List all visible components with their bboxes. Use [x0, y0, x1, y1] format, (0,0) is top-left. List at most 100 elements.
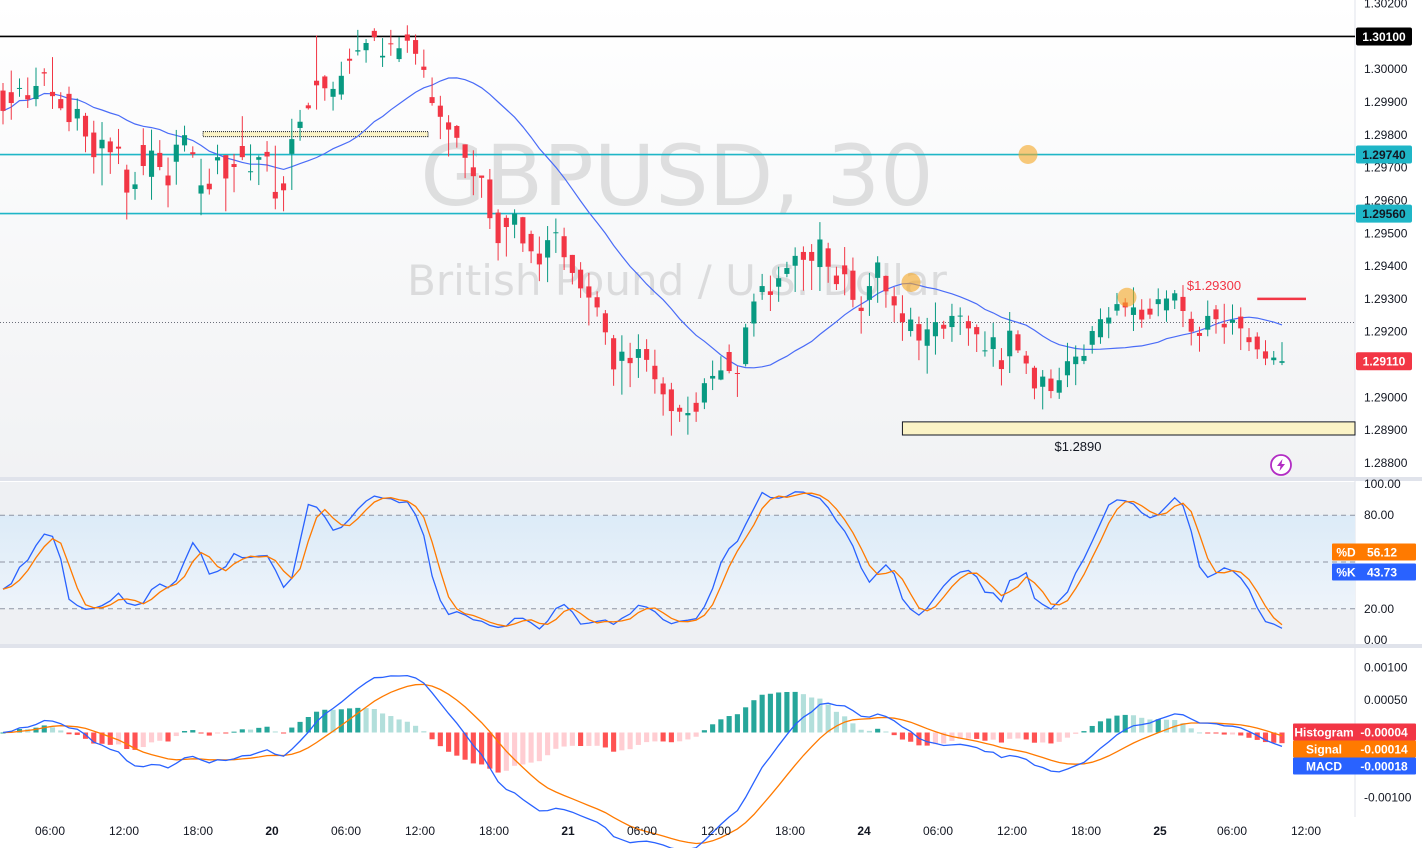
candle-body	[256, 157, 262, 160]
candle-body	[858, 307, 864, 312]
candle-body	[726, 352, 732, 372]
macd-histogram-bar	[173, 732, 179, 737]
stochastic-k-tag-value: 43.73	[1367, 566, 1397, 580]
trading-chart[interactable]: GBPUSD, 30 British Pound / U.S. Dollar $…	[0, 0, 1422, 848]
macd-histogram-bar	[883, 731, 889, 733]
time-tick-label: 20	[265, 824, 279, 838]
candle-body	[759, 286, 765, 292]
candle-body	[842, 265, 848, 275]
price-tag-level-1: 1.30100	[1362, 30, 1406, 44]
candle-body	[990, 337, 996, 350]
watermark-description: British Pound / U.S. Dollar	[407, 256, 948, 305]
macd-histogram-bar	[1089, 725, 1095, 733]
candle-body	[866, 286, 872, 300]
macd-histogram-bar	[833, 711, 839, 733]
candle-body	[206, 183, 212, 190]
price-tag-level-2: 1.29740	[1362, 148, 1406, 162]
candle-body	[322, 76, 328, 89]
candle-body	[899, 313, 905, 323]
macd-histogram-bar	[1007, 732, 1013, 739]
macd-histogram-bar	[330, 709, 336, 733]
macd-histogram-bar	[214, 732, 221, 734]
candle-body	[247, 171, 254, 173]
candle-body	[380, 55, 386, 58]
macd-histogram-bar	[842, 716, 848, 733]
macd-histogram-bar	[1081, 731, 1087, 733]
candle-body	[710, 375, 716, 379]
candle-body	[181, 135, 188, 146]
stochastic-k-tag-name: %K	[1336, 566, 1356, 580]
candle-body	[792, 255, 798, 266]
candle-body	[512, 213, 518, 225]
macd-histogram-bar	[396, 719, 402, 733]
candle-body	[594, 297, 600, 308]
macd-histogram-bar	[231, 731, 237, 733]
macd-histogram-bar	[619, 732, 625, 751]
candle-body	[693, 402, 699, 412]
macd-histogram-bar	[545, 732, 551, 756]
candle-body	[429, 97, 435, 104]
stochastic-tick-label: 20.00	[1364, 602, 1394, 616]
stochastic-tick-label: 0.00	[1364, 633, 1388, 647]
candle-body	[1106, 317, 1112, 324]
macd-histogram-bar	[1155, 719, 1161, 733]
lightning-icon[interactable]	[1270, 454, 1292, 476]
candle-body	[718, 370, 724, 380]
macd-histogram-bar	[429, 732, 435, 740]
time-tick-label: 06:00	[627, 824, 657, 838]
candle-body	[809, 251, 815, 261]
macd-histogram-bar	[190, 730, 196, 733]
macd-signal-tag-name: Signal	[1306, 743, 1342, 757]
stochastic-d-tag-value: 56.12	[1367, 546, 1397, 560]
macd-histogram-bar	[660, 732, 666, 742]
macd-histogram-bar	[759, 694, 765, 733]
macd-histogram-bar	[58, 730, 64, 733]
candle-body	[627, 357, 633, 364]
macd-histogram-bar	[115, 732, 122, 745]
candle-body	[932, 322, 938, 337]
macd-histogram-bar	[206, 732, 212, 736]
candle-body	[1147, 308, 1153, 315]
macd-line-tag-name: MACD	[1306, 760, 1342, 774]
macd-histogram-bar	[998, 732, 1005, 743]
price-axis[interactable]: 1.302001.300001.299001.298001.297001.296…	[1364, 0, 1408, 470]
candle-body	[107, 141, 113, 153]
time-tick-label: 21	[561, 824, 575, 838]
macd-histogram-bar	[1031, 732, 1038, 743]
candle-body	[305, 105, 311, 109]
candle-body	[619, 351, 625, 361]
time-tick-label: 06:00	[923, 824, 953, 838]
candle-body	[66, 93, 72, 123]
candle-body	[355, 50, 361, 52]
candle-body	[190, 152, 196, 155]
macd-histogram-bar	[875, 728, 881, 733]
candle-body	[561, 236, 567, 258]
candle-body	[1081, 355, 1087, 361]
macd-histogram-bar	[743, 707, 749, 733]
macd-histogram-bar	[899, 732, 905, 740]
price-tick-label: 1.29500	[1364, 226, 1408, 240]
macd-histogram-bar	[866, 730, 872, 733]
macd-tick-label: -0.00100	[1364, 791, 1412, 805]
time-axis[interactable]: 06:00 12:00 18:00 20 06:00 12:00 18:00 21 06:00 1…	[35, 824, 1321, 838]
macd-histogram-bar	[1213, 732, 1219, 734]
candle-body	[1196, 332, 1203, 336]
candle-body	[413, 40, 419, 54]
macd-histogram-bar	[280, 732, 287, 734]
macd-histogram-bar	[1279, 732, 1285, 744]
candle-body	[734, 372, 740, 374]
candle-body	[1238, 316, 1244, 329]
price-tick-label: 1.30000	[1364, 62, 1408, 76]
candle-body	[124, 169, 130, 193]
candle-body	[115, 146, 122, 149]
candle-body	[289, 139, 295, 154]
pivot-marker	[901, 272, 921, 292]
candle-body	[833, 275, 839, 285]
macd-histogram-bar	[668, 732, 674, 743]
macd-histogram-bar	[165, 732, 171, 742]
candle-body	[503, 217, 509, 228]
candle-body	[941, 324, 947, 329]
pivot-marker	[1018, 145, 1038, 165]
watermark-symbol: GBPUSD, 30	[420, 127, 933, 225]
macd-histogram-bar	[363, 708, 369, 733]
